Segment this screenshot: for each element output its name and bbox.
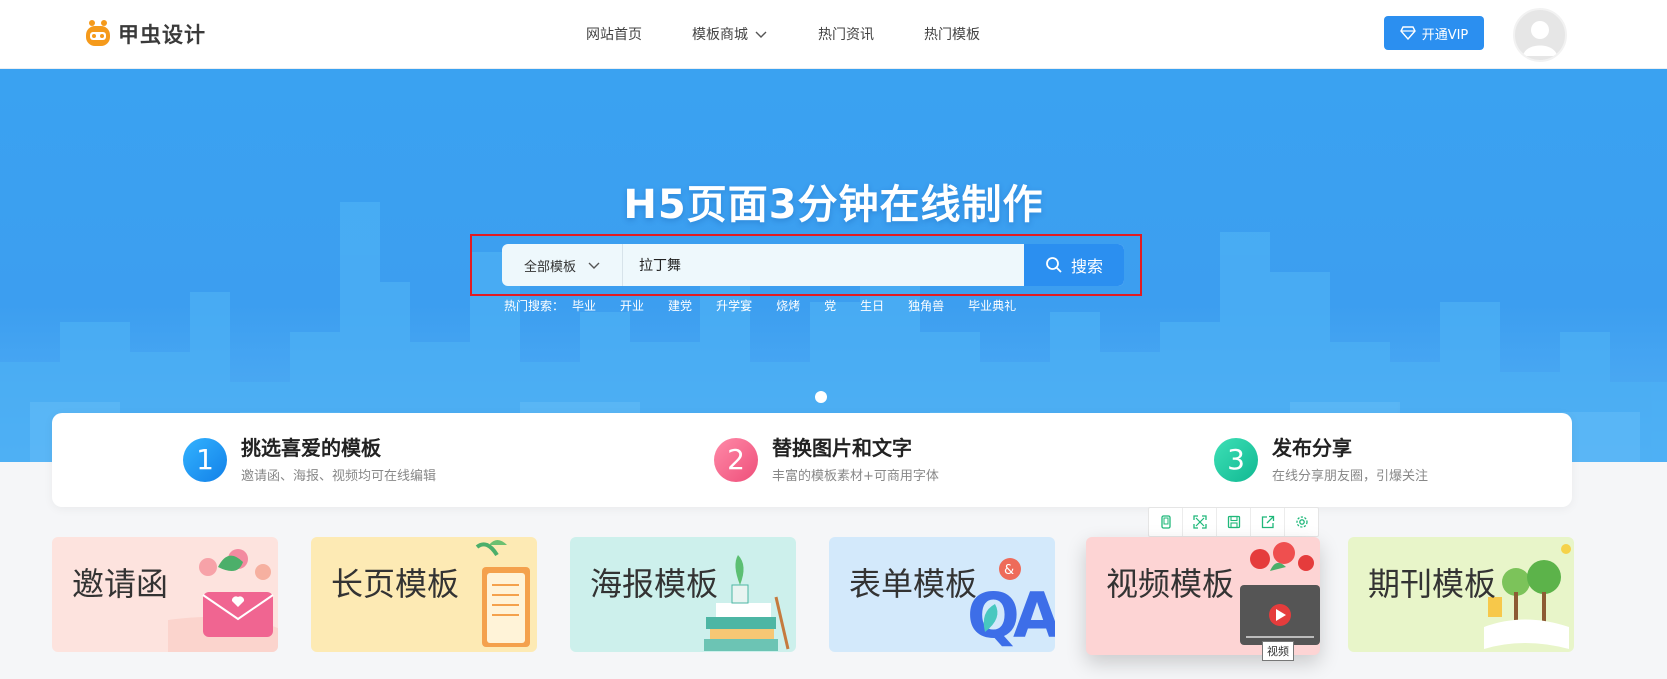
open-vip-button[interactable]: 开通VIP [1384, 16, 1484, 50]
category-label: 长页模板 [331, 565, 460, 603]
site-logo[interactable]: 甲虫设计 [82, 16, 206, 52]
user-avatar[interactable] [1513, 8, 1567, 62]
settings-icon [1295, 516, 1308, 528]
step-description: 邀请函、海报、视频均可在线编辑 [241, 469, 437, 484]
hot-search-tag[interactable]: 开业 [620, 297, 644, 314]
nav-item-home[interactable]: 网站首页 [586, 24, 642, 44]
step-number-badge: 2 [714, 437, 758, 482]
category-card-poster[interactable]: 海报模板 [570, 537, 796, 652]
how-it-works-steps: 1 挑选喜爱的模板 邀请函、海报、视频均可在线编辑 2 替换图片和文字 丰富的模… [52, 413, 1572, 507]
nav-item-label: 网站首页 [586, 27, 642, 43]
category-label: 海报模板 [590, 565, 719, 603]
step-title: 发布分享 [1272, 436, 1352, 460]
envelope-flowers-illustration [168, 549, 278, 652]
category-label: 期刊模板 [1368, 565, 1497, 603]
save-icon [1227, 515, 1240, 529]
hot-search-list: 热门搜索： 毕业 开业 建党 升学宴 烧烤 党 生日 独角兽 毕业典礼 [504, 297, 1040, 314]
step-3: 3 发布分享 在线分享朋友圈，引爆关注 [1214, 435, 1428, 484]
search-button-label: 搜索 [1070, 257, 1103, 276]
category-card-long-page[interactable]: 长页模板 [311, 537, 537, 652]
tooltip: 视频 [1262, 641, 1294, 661]
hot-search-label: 热门搜索： [504, 299, 565, 313]
hot-search-tag[interactable]: 烧烤 [776, 297, 800, 314]
svg-text:A: A [1013, 579, 1055, 652]
svg-text:&: & [1004, 563, 1014, 578]
step-number-badge: 1 [183, 437, 227, 482]
diamond-icon [1399, 26, 1416, 40]
step-title: 挑选喜爱的模板 [241, 436, 381, 460]
nav-item-hot-templates[interactable]: 热门模板 [924, 24, 980, 44]
category-label: 邀请函 [72, 565, 169, 603]
category-card-video[interactable]: 视频模板 [1086, 537, 1320, 655]
nav-item-label: 热门资讯 [818, 27, 874, 43]
mobile-preview-button[interactable] [1149, 508, 1183, 536]
nav-item-label: 模板商城 [692, 27, 748, 43]
settings-button[interactable] [1285, 508, 1318, 536]
nav-item-label: 热门模板 [924, 27, 980, 43]
step-description: 丰富的模板素材+可商用字体 [772, 469, 939, 484]
top-header: 甲虫设计 网站首页 模板商城 热门资讯 热门模板 开通VIP [0, 0, 1667, 69]
template-category-select[interactable]: 全部模板 [502, 244, 623, 286]
mobile-icon [1160, 515, 1171, 529]
hot-search-tag[interactable]: 独角兽 [908, 297, 944, 314]
category-label: 表单模板 [849, 565, 978, 603]
expand-icon [1192, 515, 1207, 529]
search-input[interactable] [623, 244, 1024, 286]
step-description: 在线分享朋友圈，引爆关注 [1272, 469, 1429, 484]
scroll-document-illustration [475, 540, 530, 647]
main-nav: 网站首页 模板商城 热门资讯 热门模板 [586, 0, 1030, 68]
fullscreen-button[interactable] [1183, 508, 1217, 536]
step-2: 2 替换图片和文字 丰富的模板素材+可商用字体 [714, 435, 939, 484]
search-button[interactable]: 搜索 [1024, 244, 1124, 286]
hot-search-tag[interactable]: 党 [824, 297, 836, 314]
hot-search-tag[interactable]: 生日 [860, 297, 884, 314]
category-label: 视频模板 [1106, 565, 1235, 603]
hot-search-tag[interactable]: 升学宴 [716, 297, 752, 314]
hero-title: H5页面3分钟在线制作 [623, 182, 1044, 228]
nav-item-template-store[interactable]: 模板商城 [692, 24, 768, 44]
hot-search-tag[interactable]: 建党 [668, 297, 692, 314]
search-icon [1046, 257, 1062, 273]
step-title: 替换图片和文字 [772, 436, 912, 460]
logo-text: 甲虫设计 [118, 23, 206, 47]
step-1: 1 挑选喜爱的模板 邀请函、海报、视频均可在线编辑 [183, 435, 436, 484]
chevron-down-icon [588, 262, 600, 269]
share-icon [1261, 515, 1274, 529]
hot-search-tag[interactable]: 毕业 [572, 297, 596, 314]
vip-label: 开通VIP [1421, 27, 1469, 43]
search-bar: 全部模板 搜索 [502, 244, 1124, 286]
nav-item-hot-news[interactable]: 热门资讯 [818, 24, 874, 44]
card-action-toolbar [1148, 507, 1319, 537]
category-card-invitation[interactable]: 邀请函 [52, 537, 278, 652]
hot-search-tag[interactable]: 毕业典礼 [968, 297, 1016, 314]
carousel-dot[interactable] [815, 391, 827, 403]
user-icon [1523, 21, 1557, 56]
beetle-logo-icon [82, 18, 114, 50]
step-number-badge: 3 [1214, 437, 1258, 482]
save-button[interactable] [1217, 508, 1251, 536]
category-selected-label: 全部模板 [523, 259, 576, 275]
category-card-form[interactable]: 表单模板 & Q A [829, 537, 1055, 652]
chevron-down-icon [755, 31, 767, 38]
hero-banner: H5页面3分钟在线制作 全部模板 搜索 热门搜索： 毕业 开业 建党 升学宴 烧… [0, 68, 1667, 462]
video-player-illustration [1240, 542, 1320, 645]
share-button[interactable] [1251, 508, 1285, 536]
category-card-journal[interactable]: 期刊模板 [1348, 537, 1574, 652]
